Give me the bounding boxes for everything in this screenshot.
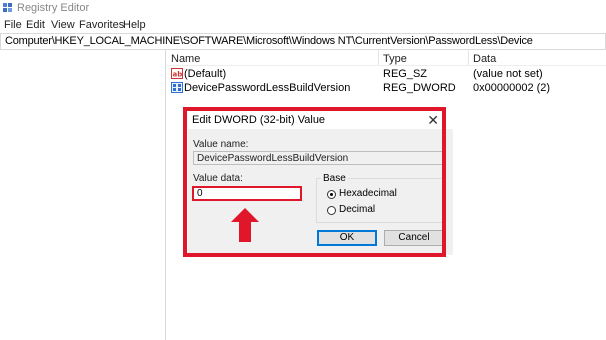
address-path: Computer\HKEY_LOCAL_MACHINE\SOFTWARE\Mic… <box>5 35 533 47</box>
svg-text:ab: ab <box>173 71 183 79</box>
dword-value-icon <box>171 82 183 93</box>
value-name: DevicePasswordLessBuildVersion <box>184 82 351 94</box>
list-item[interactable]: ab (Default) REG_SZ (value not set) <box>167 67 606 81</box>
menu-edit[interactable]: Edit <box>26 19 45 31</box>
list-item[interactable]: DevicePasswordLessBuildVersion REG_DWORD… <box>167 81 606 95</box>
value-data: (value not set) <box>473 68 543 80</box>
column-header-data[interactable]: Data <box>473 53 496 65</box>
column-separator[interactable] <box>378 50 379 65</box>
menu-favorites[interactable]: Favorites <box>79 19 124 31</box>
menu-bar: File Edit View Favorites Help <box>0 18 606 33</box>
window-title: Registry Editor <box>17 2 90 14</box>
string-value-icon: ab <box>171 68 183 79</box>
column-header-type[interactable]: Type <box>383 53 407 65</box>
column-header-name[interactable]: Name <box>171 53 200 65</box>
menu-view[interactable]: View <box>51 19 75 31</box>
window-titlebar: Registry Editor <box>0 0 606 17</box>
highlight-frame <box>183 107 446 257</box>
address-bar[interactable]: Computer\HKEY_LOCAL_MACHINE\SOFTWARE\Mic… <box>0 33 606 50</box>
registry-editor-icon <box>3 3 12 12</box>
column-separator[interactable] <box>468 50 469 65</box>
menu-help[interactable]: Help <box>123 19 146 31</box>
value-name: (Default) <box>184 68 227 80</box>
arrow-up-icon <box>231 208 259 242</box>
key-tree-pane[interactable] <box>0 50 166 340</box>
value-type: REG_SZ <box>383 68 428 80</box>
value-data: 0x00000002 (2) <box>473 82 551 94</box>
header-divider <box>167 65 606 66</box>
value-type: REG_DWORD <box>383 82 456 94</box>
menu-file[interactable]: File <box>4 19 22 31</box>
